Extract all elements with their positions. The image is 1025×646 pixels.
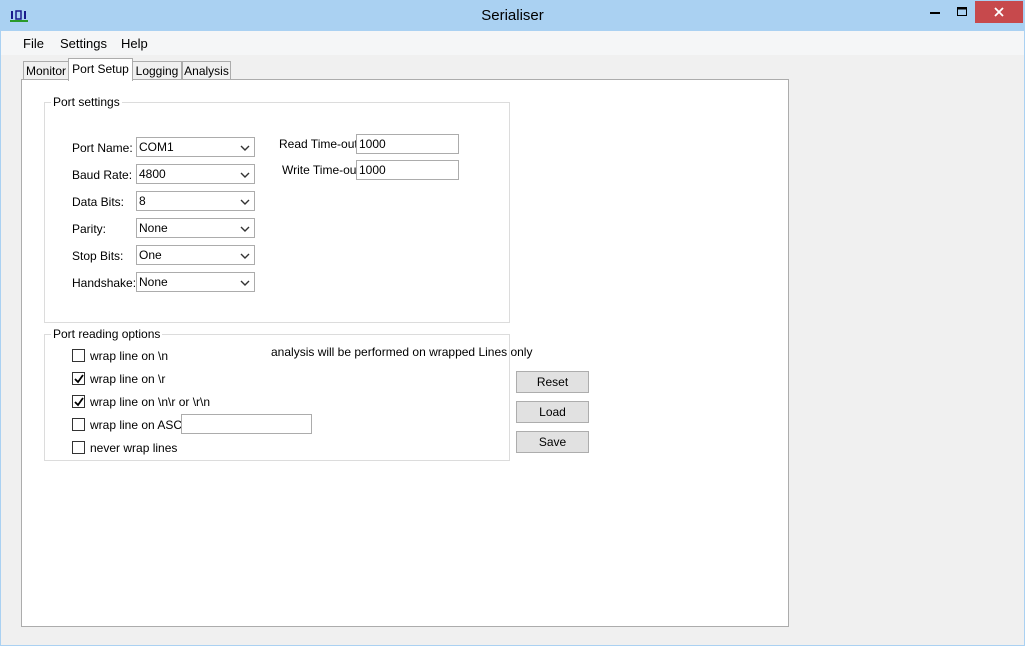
port-name-label: Port Name: <box>72 141 133 155</box>
port-reading-options-group: Port reading options analysis will be pe… <box>44 327 532 461</box>
maximize-icon <box>956 7 967 16</box>
never-wrap-label[interactable]: never wrap lines <box>90 441 177 455</box>
tab-monitor[interactable]: Monitor <box>23 61 69 80</box>
chevron-down-icon <box>240 145 250 151</box>
menu-file[interactable]: File <box>23 36 44 51</box>
data-bits-select[interactable]: 8 <box>136 191 255 211</box>
close-icon <box>994 7 1004 17</box>
port-name-select[interactable]: COM1 <box>136 137 255 157</box>
menu-bar: File Settings Help <box>1 31 1024 55</box>
ascii-input[interactable] <box>181 414 312 434</box>
chevron-down-icon <box>240 226 250 232</box>
wrap-ascii-label[interactable]: wrap line on ASCII <box>90 418 189 432</box>
baud-rate-select[interactable]: 4800 <box>136 164 255 184</box>
data-bits-label: Data Bits: <box>72 195 125 209</box>
baud-rate-label: Baud Rate: <box>72 168 133 182</box>
write-timeout-value: 1000 <box>359 163 386 177</box>
title-bar[interactable]: Serialiser <box>1 1 1024 31</box>
stop-bits-value: One <box>139 248 162 262</box>
wrap-ascii-checkbox[interactable] <box>72 418 85 431</box>
minimize-icon <box>930 12 940 14</box>
wrap-n-checkbox[interactable] <box>72 349 85 362</box>
close-button[interactable] <box>975 1 1023 23</box>
maximize-button[interactable] <box>948 1 975 23</box>
baud-rate-value: 4800 <box>139 167 166 181</box>
port-settings-group: Port settings Port Name: COM1 Baud Rate:… <box>44 95 510 323</box>
read-timeout-label: Read Time-out <box>279 137 358 151</box>
wrap-note: analysis will be performed on wrapped Li… <box>271 345 533 359</box>
port-setup-panel: Port settings Port Name: COM1 Baud Rate:… <box>21 79 789 627</box>
wrap-r-label[interactable]: wrap line on \r <box>90 372 165 386</box>
stop-bits-label: Stop Bits: <box>72 249 124 263</box>
parity-value: None <box>139 221 168 235</box>
stop-bits-select[interactable]: One <box>136 245 255 265</box>
wrap-n-label[interactable]: wrap line on \n <box>90 349 168 363</box>
write-timeout-label: Write Time-out <box>282 163 360 177</box>
never-wrap-checkbox[interactable] <box>72 441 85 454</box>
port-settings-legend: Port settings <box>51 95 122 109</box>
minimize-button[interactable] <box>921 1 949 23</box>
parity-label: Parity: <box>72 222 107 236</box>
handshake-label: Handshake: <box>72 276 137 290</box>
reading-options-legend: Port reading options <box>51 327 163 341</box>
handshake-select[interactable]: None <box>136 272 255 292</box>
handshake-value: None <box>139 275 168 289</box>
load-button[interactable]: Load <box>516 401 589 423</box>
read-timeout-value: 1000 <box>359 137 386 151</box>
save-button[interactable]: Save <box>516 431 589 453</box>
checkmark-icon <box>74 374 84 384</box>
write-timeout-input[interactable]: 1000 <box>356 160 459 180</box>
data-bits-value: 8 <box>139 194 146 208</box>
wrap-r-checkbox[interactable] <box>72 372 85 385</box>
app-window: Serialiser File Settings Help Monitor Po… <box>0 0 1025 646</box>
chevron-down-icon <box>240 253 250 259</box>
tab-logging[interactable]: Logging <box>132 61 182 80</box>
tab-analysis[interactable]: Analysis <box>182 61 231 80</box>
menu-settings[interactable]: Settings <box>60 36 107 51</box>
window-title: Serialiser <box>481 7 544 24</box>
parity-select[interactable]: None <box>136 218 255 238</box>
chevron-down-icon <box>240 172 250 178</box>
tab-port-setup[interactable]: Port Setup <box>68 58 133 81</box>
menu-help[interactable]: Help <box>121 36 148 51</box>
wrap-nr-checkbox[interactable] <box>72 395 85 408</box>
read-timeout-input[interactable]: 1000 <box>356 134 459 154</box>
reset-button[interactable]: Reset <box>516 371 589 393</box>
chevron-down-icon <box>240 199 250 205</box>
checkmark-icon <box>74 397 84 407</box>
chevron-down-icon <box>240 280 250 286</box>
wrap-nr-label[interactable]: wrap line on \n\r or \r\n <box>90 395 210 409</box>
empty-side-area <box>787 79 1024 625</box>
port-name-value: COM1 <box>139 140 174 154</box>
